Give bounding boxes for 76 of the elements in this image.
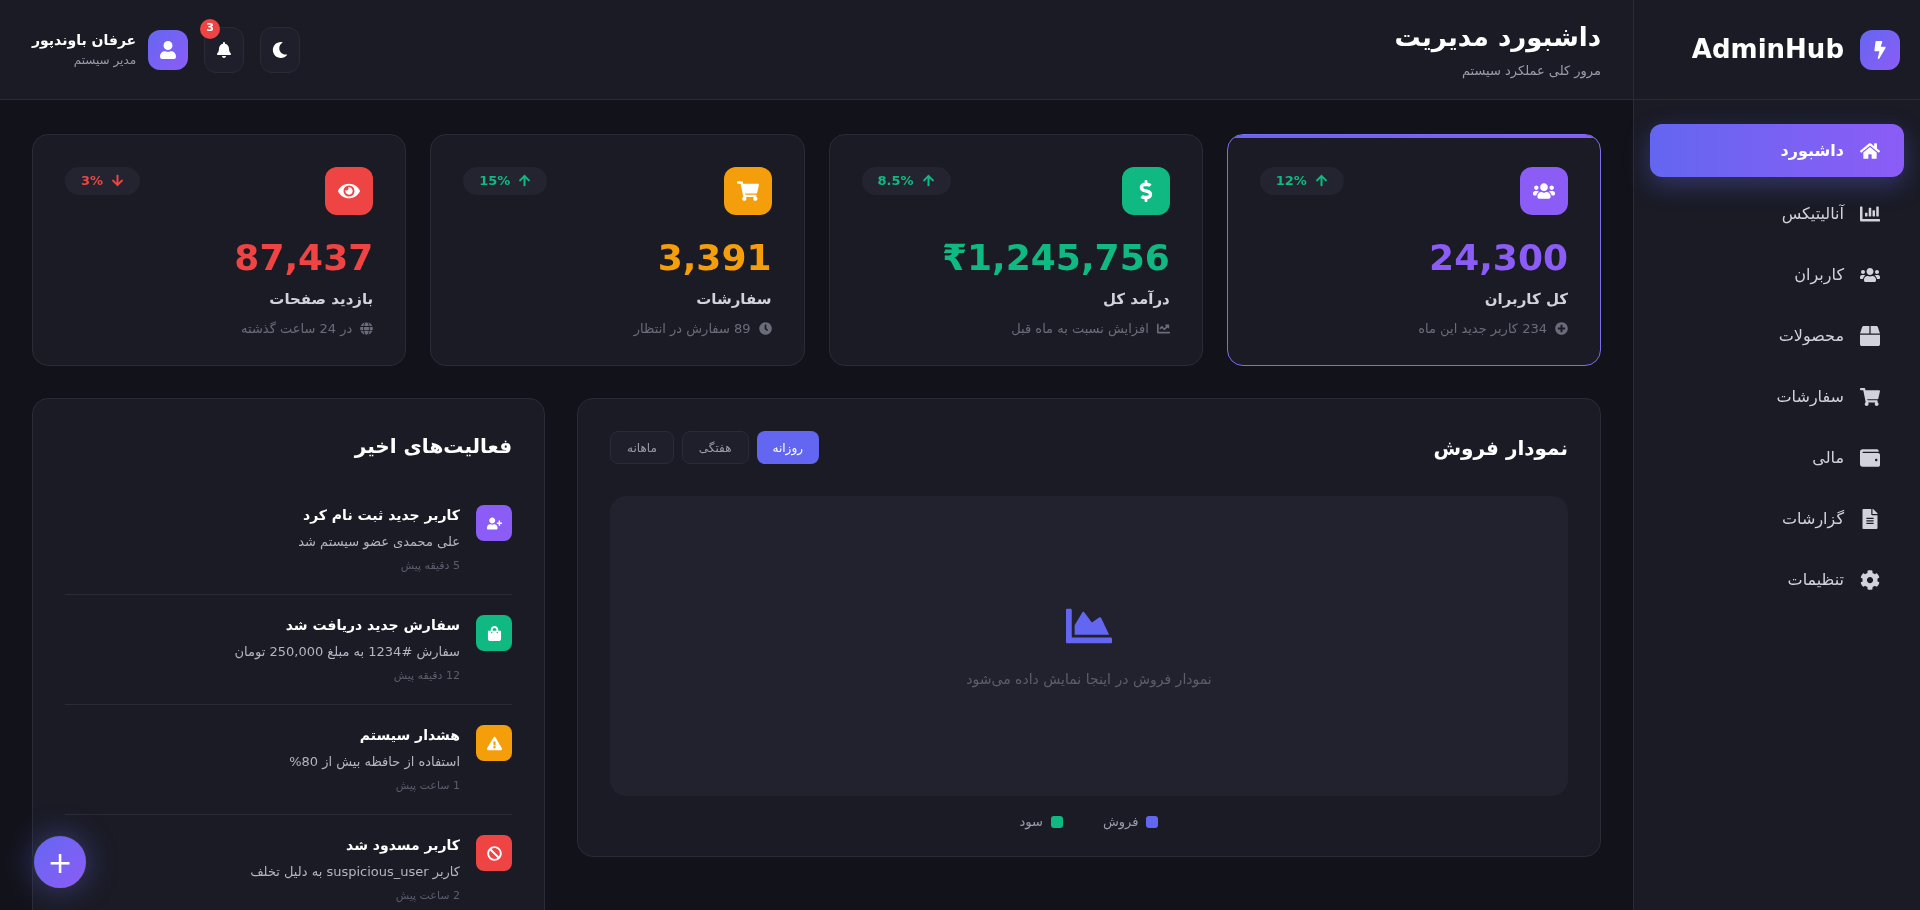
stat-label: کل کاربران — [1483, 289, 1568, 310]
stat-value: ₹1,245,756 — [942, 236, 1170, 280]
nav-item[interactable]: داشبورد — [1650, 124, 1904, 177]
activity-heading: هشدار سیستم — [358, 726, 460, 745]
shopping-bag-icon — [486, 625, 502, 641]
nav-item[interactable]: محصولات — [1650, 312, 1904, 360]
stat-value: 24,300 — [1429, 236, 1568, 280]
home-icon — [1860, 140, 1880, 161]
cart-icon — [1860, 387, 1880, 407]
trend-badge: 3% — [65, 167, 141, 195]
activity-heading: کاربر جدید ثبت نام کرد — [301, 506, 460, 526]
nav-item[interactable]: آنالیتیکس — [1650, 190, 1904, 238]
stat-note: 234 کاربر جدید این ماه — [1418, 319, 1547, 338]
stat-value: 87,437 — [234, 236, 374, 280]
clock-icon — [758, 321, 772, 335]
nav-item[interactable]: گزارشات — [1650, 495, 1904, 543]
trend-badge: 8.5% — [861, 167, 951, 195]
notification-count: 3 — [200, 18, 221, 39]
nav-item[interactable]: مالی — [1650, 434, 1904, 482]
arrow-down-icon — [111, 174, 125, 188]
stat-note: افزایش نسبت به ماه قبل — [1011, 319, 1149, 338]
activity-title: فعالیت‌های اخیر — [353, 433, 512, 460]
settings-icon — [1860, 570, 1880, 590]
page-title: داشبورد مدیریت — [1394, 21, 1601, 55]
activity-time: 2 ساعت پیش — [394, 887, 460, 904]
chart-title: نمودار فروش — [1433, 434, 1568, 462]
moon-icon — [272, 41, 289, 58]
activity-time: 1 ساعت پیش — [394, 777, 460, 794]
period-tab[interactable]: هفتگی — [681, 431, 749, 464]
cart-icon — [736, 180, 759, 202]
activity-text: سفارش #1234 به مبلغ 250,000 تومان — [234, 643, 460, 662]
trend-badge: 12% — [1259, 167, 1344, 195]
period-tab[interactable]: ماهانه — [610, 431, 674, 464]
nav-item[interactable]: سفارشات — [1650, 373, 1904, 421]
nav-item[interactable]: تنظیمات — [1650, 556, 1904, 604]
trend-badge: 15% — [463, 167, 548, 195]
avatar-icon[interactable] — [148, 29, 189, 70]
theme-toggle-button[interactable] — [260, 26, 301, 73]
brand-name: AdminHub — [1691, 33, 1844, 66]
box-icon — [1860, 326, 1880, 346]
activity-heading: کاربر مسدود شد — [345, 836, 460, 856]
wallet-icon — [1860, 448, 1880, 468]
arrow-up-icon — [1314, 174, 1328, 188]
user-role: مدیر سیستم — [73, 52, 137, 69]
document-icon — [1860, 509, 1880, 529]
legend-label: فروش — [1102, 813, 1139, 832]
stat-note: در 24 ساعت گذشته — [241, 319, 353, 338]
nav-item[interactable]: کاربران — [1650, 251, 1904, 299]
warning-icon — [486, 735, 502, 751]
bar-chart-icon — [1860, 204, 1880, 224]
bell-icon — [216, 41, 233, 58]
page-subtitle: مرور کلی عملکرد سیستم — [1460, 62, 1601, 81]
line-chart-icon — [1156, 321, 1170, 335]
users-icon — [1860, 265, 1880, 285]
activity-text: کاربر suspicious_user به دلیل تخلف — [250, 863, 460, 882]
stat-value: 3,391 — [657, 236, 772, 280]
globe-icon — [360, 321, 374, 335]
arrow-up-icon — [921, 174, 935, 188]
chart-empty-text: نمودار فروش در اینجا نمایش داده می‌شود — [966, 669, 1212, 690]
activity-time: 12 دقیقه پیش — [392, 667, 460, 684]
stat-note: 89 سفارش در انتظار — [633, 319, 751, 338]
legend-label: سود — [1019, 813, 1043, 832]
activity-text: استفاده از حافظه بیش از 80% — [289, 753, 460, 772]
users-icon — [1533, 180, 1555, 202]
user-plus-icon — [486, 515, 502, 531]
logo-icon — [1860, 29, 1900, 70]
ban-icon — [486, 845, 502, 861]
arrow-up-icon — [518, 174, 532, 188]
stat-label: درآمد کل — [1102, 289, 1170, 310]
activity-heading: سفارش جدید دریافت شد — [284, 616, 460, 635]
stat-label: بازدید صفحات — [268, 289, 374, 310]
stat-label: سفارشات — [695, 289, 772, 310]
activity-time: 5 دقیقه پیش — [399, 557, 460, 574]
user-name: عرفان باوندپور — [32, 31, 137, 51]
activity-text: علی محمدی عضو سیستم شد — [298, 533, 460, 552]
period-tab[interactable]: روزانه — [756, 431, 819, 464]
